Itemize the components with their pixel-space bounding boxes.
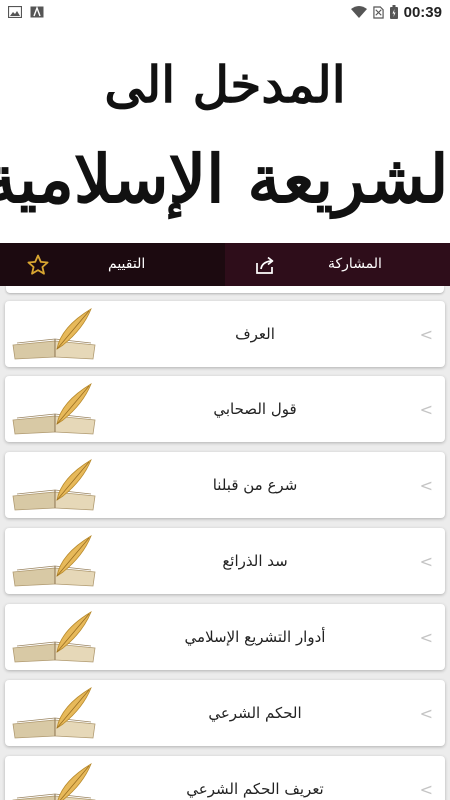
status-bar: 00:39	[0, 0, 450, 24]
book-quill-icon	[11, 380, 97, 438]
calligraphy-banner: المدخل الى الشريعة الإسلامية	[0, 24, 450, 243]
chevron-icon: <	[419, 324, 433, 344]
item-title: العرف	[235, 325, 275, 343]
chevron-icon: <	[419, 551, 433, 571]
action-bar: التقييم المشاركة	[0, 243, 450, 286]
list-item-partial[interactable]	[6, 286, 444, 293]
rate-label: التقييم	[108, 256, 146, 272]
item-title: الحكم الشرعي	[208, 704, 302, 722]
list-item[interactable]: تعريف الحكم الشرعي <	[5, 756, 445, 800]
list-item[interactable]: العرف <	[5, 301, 445, 367]
status-time: 00:39	[403, 3, 442, 21]
item-title: أدوار التشريع الإسلامي	[184, 628, 326, 646]
star-icon	[27, 254, 49, 275]
chevron-icon: <	[419, 627, 433, 647]
book-quill-icon	[11, 305, 97, 363]
gallery-icon	[8, 6, 22, 18]
list-item[interactable]: شرع من قبلنا <	[5, 452, 445, 518]
rate-button[interactable]: التقييم	[0, 243, 225, 286]
book-quill-icon	[11, 532, 97, 590]
battery-icon	[389, 5, 398, 19]
wifi-icon	[350, 6, 367, 18]
topics-list: العرف < قول الصحابي < شرع من قبلنا < سد …	[0, 286, 450, 800]
book-quill-icon	[11, 684, 97, 742]
chevron-icon: <	[419, 779, 433, 799]
share-button[interactable]: المشاركة	[225, 243, 450, 286]
share-label: المشاركة	[328, 256, 382, 272]
item-title: تعريف الحكم الشرعي	[186, 780, 324, 798]
list-item[interactable]: أدوار التشريع الإسلامي <	[5, 604, 445, 670]
banner-line1: المدخل الى	[104, 55, 345, 114]
book-quill-icon	[11, 608, 97, 666]
book-quill-icon	[11, 760, 97, 800]
list-item[interactable]: الحكم الشرعي <	[5, 680, 445, 746]
list-item[interactable]: قول الصحابي <	[5, 376, 445, 442]
no-sim-icon	[372, 5, 384, 19]
list-item[interactable]: سد الذرائع <	[5, 528, 445, 594]
item-title: قول الصحابي	[213, 400, 297, 418]
chevron-icon: <	[419, 399, 433, 419]
chevron-icon: <	[419, 475, 433, 495]
chevron-icon: <	[419, 703, 433, 723]
banner-line2: الشريعة الإسلامية	[0, 140, 450, 220]
item-title: سد الذرائع	[222, 552, 288, 570]
store-icon	[30, 6, 44, 18]
book-quill-icon	[11, 456, 97, 514]
item-title: شرع من قبلنا	[212, 476, 298, 494]
share-icon	[256, 256, 274, 274]
